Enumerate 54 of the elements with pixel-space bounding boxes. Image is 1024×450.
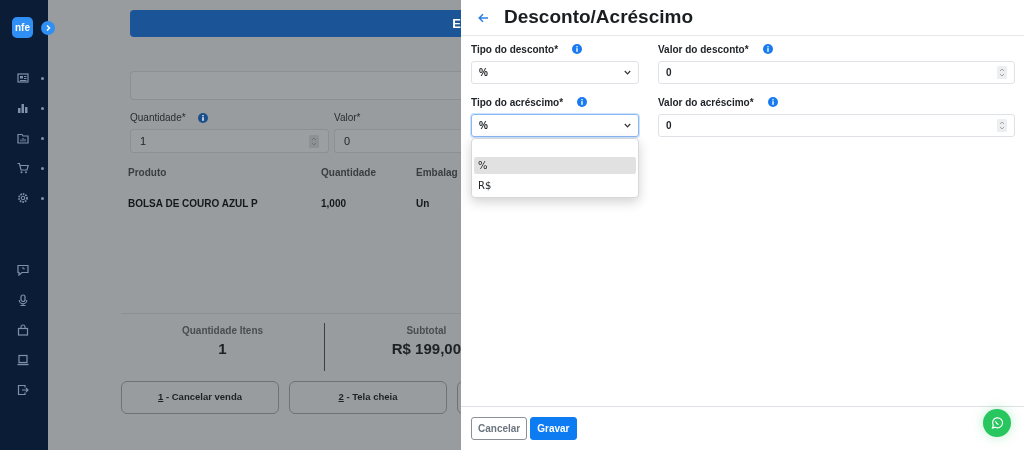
laptop-icon[interactable]: [17, 354, 29, 366]
summary-value: 1: [218, 339, 227, 359]
column-header: Quantidade: [321, 166, 377, 180]
field-label: Valor do acréscimo*: [658, 95, 754, 110]
expand-button[interactable]: [41, 21, 55, 35]
field-label: Valor*: [334, 111, 361, 125]
info-icon[interactable]: [767, 97, 778, 107]
chat-icon[interactable]: [17, 264, 29, 276]
cart-icon[interactable]: [17, 162, 29, 174]
chevron-down-icon[interactable]: [624, 123, 631, 128]
summary-value: R$ 199,00: [391, 339, 461, 359]
info-icon[interactable]: [572, 44, 583, 54]
field-label: Quantidade*: [130, 111, 186, 125]
back-arrow-icon[interactable]: [478, 12, 489, 23]
folder-chart-icon[interactable]: [17, 132, 29, 144]
value-field[interactable]: 0: [334, 129, 461, 153]
table-cell-text: 1,000: [321, 197, 348, 211]
save-button[interactable]: Gravar: [530, 417, 577, 440]
shopping-bag-icon[interactable]: [17, 324, 29, 336]
info-icon[interactable]: [197, 112, 208, 123]
submenu-dot-icon: [41, 76, 44, 80]
select-field[interactable]: %: [471, 61, 639, 84]
table-cell-text: BOLSA DE COURO AZUL P: [128, 197, 259, 211]
banner-button[interactable]: E: [130, 10, 461, 37]
table-cell-text: Un: [416, 197, 431, 211]
submenu-dot-icon: [41, 166, 44, 170]
submenu-dot-icon: [41, 136, 44, 140]
action-button[interactable]: 2 - Tela cheia: [289, 381, 447, 414]
summary-label: Subtotal: [406, 324, 447, 338]
quantity-field[interactable]: 1: [130, 129, 329, 153]
column-header: Produto: [128, 166, 168, 180]
dropdown-option[interactable]: %: [474, 157, 636, 174]
cancel-button[interactable]: Cancelar: [471, 417, 528, 440]
news-icon[interactable]: [17, 72, 29, 84]
field-label: Valor do desconto*: [658, 42, 749, 57]
input-field[interactable]: 0: [658, 61, 1015, 84]
info-icon[interactable]: [762, 44, 773, 54]
submenu-dot-icon: [41, 106, 44, 110]
submenu-dot-icon: [41, 196, 44, 200]
search-field[interactable]: [130, 71, 461, 100]
summary-label: Quantidade Itens: [181, 324, 264, 338]
info-icon[interactable]: [577, 97, 588, 107]
column-header: Embalag: [416, 166, 459, 180]
bar-chart-icon[interactable]: [17, 102, 29, 114]
action-button[interactable]: 1 - Cancelar venda: [121, 381, 279, 414]
settings-icon[interactable]: [17, 192, 29, 204]
field-label: Tipo do acréscimo*: [471, 95, 564, 110]
logout-icon[interactable]: [17, 384, 29, 396]
microphone-icon[interactable]: [17, 294, 29, 306]
chevron-down-icon[interactable]: [624, 70, 631, 75]
input-field[interactable]: 0: [658, 114, 1015, 137]
field-label: Tipo do desconto*: [471, 42, 559, 57]
panel-title: Desconto/Acréscimo: [504, 5, 693, 30]
select-field[interactable]: %: [471, 114, 639, 137]
